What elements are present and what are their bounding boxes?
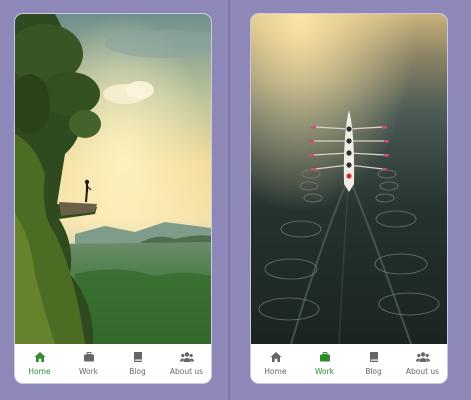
nav-item-work[interactable]: Work bbox=[300, 344, 349, 376]
home-icon bbox=[270, 352, 281, 362]
book-icon bbox=[133, 352, 142, 362]
people-icon bbox=[415, 352, 430, 362]
bottom-nav: Home Work Blog About us bbox=[15, 344, 211, 383]
nav-label-blog: Blog bbox=[365, 367, 382, 376]
nav-item-about[interactable]: About us bbox=[398, 344, 447, 376]
book-icon bbox=[369, 352, 378, 362]
rowing-boat-photo bbox=[251, 14, 447, 344]
nav-label-blog: Blog bbox=[129, 367, 146, 376]
nav-label-about: About us bbox=[169, 367, 204, 376]
nav-label-home: Home bbox=[28, 367, 51, 376]
nav-label-home: Home bbox=[264, 367, 287, 376]
nav-item-work[interactable]: Work bbox=[64, 344, 113, 376]
nav-item-home[interactable]: Home bbox=[251, 344, 300, 376]
nav-item-about[interactable]: About us bbox=[162, 344, 211, 376]
people-icon bbox=[179, 352, 194, 362]
nav-label-work: Work bbox=[315, 367, 334, 376]
briefcase-icon bbox=[83, 352, 94, 362]
nav-item-blog[interactable]: Blog bbox=[349, 344, 398, 376]
nav-label-work: Work bbox=[79, 367, 98, 376]
home-icon bbox=[34, 352, 45, 362]
nav-item-blog[interactable]: Blog bbox=[113, 344, 162, 376]
nav-item-home[interactable]: Home bbox=[15, 344, 64, 376]
briefcase-icon bbox=[319, 352, 330, 362]
bottom-nav: Home Work Blog About us bbox=[251, 344, 447, 383]
nav-label-about: About us bbox=[405, 367, 440, 376]
phone-screen-home: Home Work Blog About us bbox=[15, 14, 211, 383]
screen-divider bbox=[228, 0, 230, 400]
cliff-overlook-photo bbox=[15, 14, 211, 344]
phone-screen-work: Home Work Blog About us bbox=[251, 14, 447, 383]
